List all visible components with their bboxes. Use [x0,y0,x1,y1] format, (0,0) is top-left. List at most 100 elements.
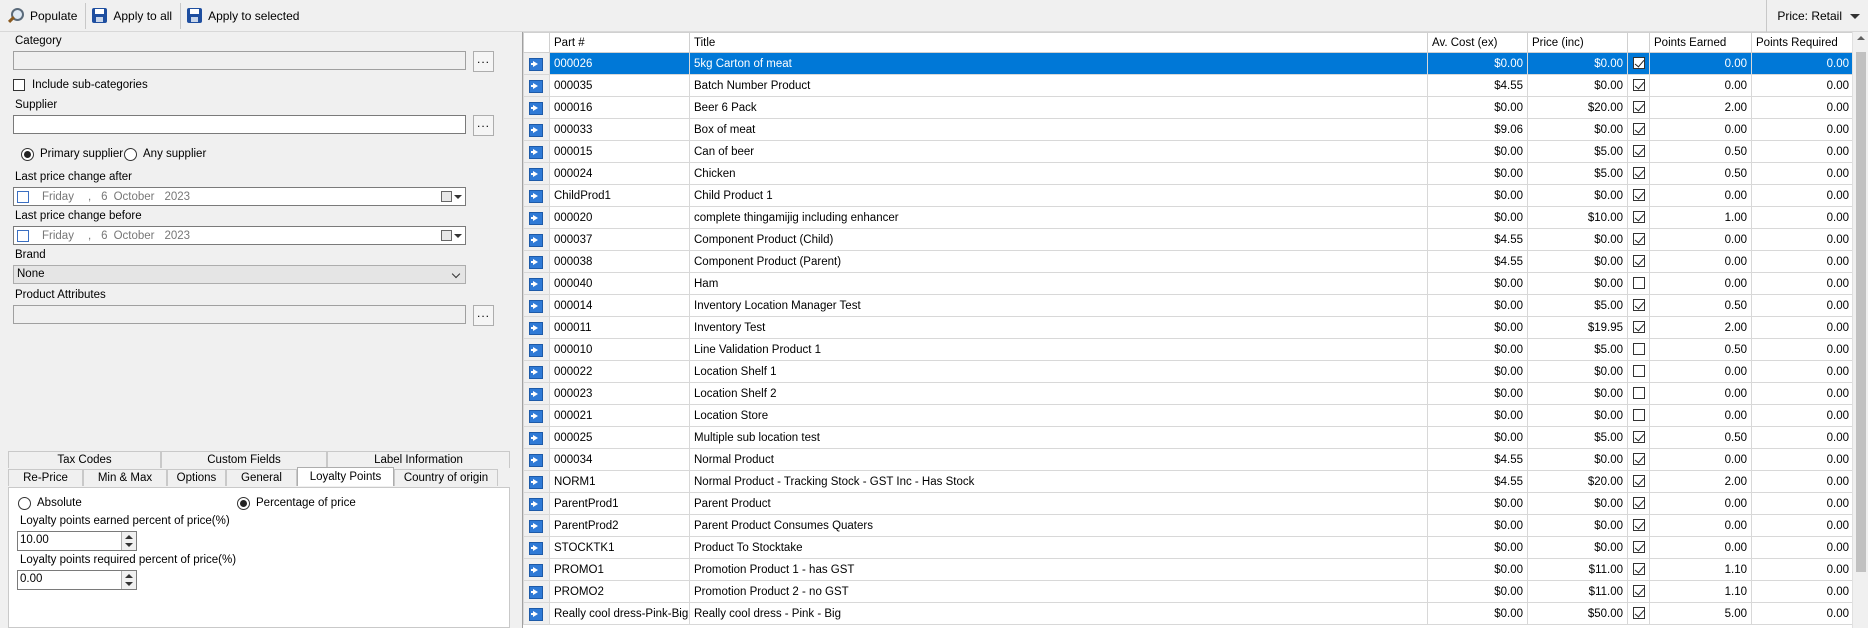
cell-points-earned[interactable]: 5.00 [1649,602,1752,625]
cell-title[interactable]: Multiple sub location test [689,426,1428,449]
cell-av-cost[interactable]: $0.00 [1427,272,1528,295]
cell-title[interactable]: Box of meat [689,118,1428,141]
row-arrow-icon[interactable] [529,475,543,489]
supplier-browse-button[interactable]: ... [473,115,494,136]
cell-price[interactable]: $0.00 [1527,404,1628,427]
column-header-check[interactable] [1627,32,1650,53]
cell-points-earned[interactable]: 0.00 [1649,250,1752,273]
vertical-scrollbar[interactable] [1852,32,1868,628]
row-checkbox[interactable] [1632,563,1645,576]
cell-points-required[interactable]: 0.00 [1751,74,1852,97]
cell-part[interactable]: 000021 [549,404,690,427]
cell-part[interactable]: 000033 [549,118,690,141]
cell-av-cost[interactable]: $0.00 [1427,184,1528,207]
cell-points-earned[interactable]: 2.00 [1649,316,1752,339]
row-selector[interactable] [523,118,550,141]
row-selector[interactable] [523,316,550,339]
row-checkbox[interactable] [1632,79,1645,92]
table-row[interactable]: ParentProd2 Parent Product Consumes Quate… [523,514,1852,537]
row-checkbox[interactable] [1632,475,1645,488]
cell-title[interactable]: Normal Product [689,448,1428,471]
cell-title[interactable]: Parent Product Consumes Quaters [689,514,1428,537]
cell-part[interactable]: 000037 [549,228,690,251]
tab-country-of-origin[interactable]: Country of origin [394,469,498,486]
row-selector[interactable] [523,140,550,163]
cell-price[interactable]: $5.00 [1527,426,1628,449]
stepper-up-icon[interactable] [125,535,133,539]
cell-part[interactable]: 000022 [549,360,690,383]
cell-title[interactable]: Inventory Location Manager Test [689,294,1428,317]
cell-points-required[interactable]: 0.00 [1751,492,1852,515]
tab-label-information[interactable]: Label Information [327,451,510,468]
cell-part[interactable]: 000023 [549,382,690,405]
include-subcategories-checkbox[interactable] [13,79,25,91]
cell-price[interactable]: $0.00 [1527,536,1628,559]
cell-av-cost[interactable]: $0.00 [1427,52,1528,75]
row-arrow-icon[interactable] [529,211,543,225]
populate-button[interactable]: Populate [0,1,85,31]
row-checkbox[interactable] [1632,453,1645,466]
table-row[interactable]: NORM1 Normal Product - Tracking Stock - G… [523,470,1852,493]
cell-av-cost[interactable]: $4.55 [1427,250,1528,273]
column-header-part[interactable]: Part # [549,32,690,53]
cell-check[interactable] [1627,272,1650,295]
cell-part[interactable]: NORM1 [549,470,690,493]
stepper-down-icon[interactable] [125,543,133,547]
row-selector[interactable] [523,404,550,427]
row-selector[interactable] [523,250,550,273]
cell-part[interactable]: 000034 [549,448,690,471]
cell-points-earned[interactable]: 0.00 [1649,514,1752,537]
cell-check[interactable] [1627,448,1650,471]
table-row[interactable]: 000022 Location Shelf 1 $0.00 $0.00 0.00 0.00 [523,360,1852,383]
cell-check[interactable] [1627,338,1650,361]
apply-to-all-button[interactable]: Apply to all [86,1,180,31]
tab-custom-fields[interactable]: Custom Fields [161,451,327,468]
row-selector[interactable] [523,492,550,515]
cell-points-earned[interactable]: 0.00 [1649,536,1752,559]
row-selector[interactable] [523,74,550,97]
cell-check[interactable] [1627,206,1650,229]
cell-av-cost[interactable]: $4.55 [1427,74,1528,97]
cell-av-cost[interactable]: $0.00 [1427,492,1528,515]
price-change-before-date[interactable]: Friday , 6 October 2023 [13,226,466,245]
scroll-thumb[interactable] [1856,52,1866,572]
cell-av-cost[interactable]: $0.00 [1427,96,1528,119]
table-row[interactable]: 000021 Location Store $0.00 $0.00 0.00 0.00 [523,404,1852,427]
cell-points-required[interactable]: 0.00 [1751,316,1852,339]
row-selector[interactable] [523,294,550,317]
cell-part[interactable]: 000025 [549,426,690,449]
cell-part[interactable]: Really cool dress-Pink-Big [549,602,690,625]
stepper-buttons[interactable] [121,532,136,550]
cell-av-cost[interactable]: $0.00 [1427,316,1528,339]
row-checkbox[interactable] [1632,189,1645,202]
price-mode-dropdown[interactable]: Price: Retail [1766,0,1868,32]
tab-general[interactable]: General [226,469,297,486]
row-arrow-icon[interactable] [529,431,543,445]
cell-points-earned[interactable]: 0.00 [1649,184,1752,207]
cell-part[interactable]: ParentProd1 [549,492,690,515]
any-supplier-radio[interactable] [124,148,137,161]
cell-check[interactable] [1627,118,1650,141]
cell-points-earned[interactable]: 1.10 [1649,558,1752,581]
cell-title[interactable]: Child Product 1 [689,184,1428,207]
table-row[interactable]: ParentProd1 Parent Product $0.00 $0.00 0.00 0… [523,492,1852,515]
cell-av-cost[interactable]: $0.00 [1427,426,1528,449]
cell-check[interactable] [1627,250,1650,273]
cell-part[interactable]: 000014 [549,294,690,317]
row-selector[interactable] [523,184,550,207]
cell-check[interactable] [1627,140,1650,163]
row-checkbox[interactable] [1632,145,1645,158]
cell-price[interactable]: $0.00 [1527,184,1628,207]
cell-price[interactable]: $0.00 [1527,492,1628,515]
row-checkbox[interactable] [1632,123,1645,136]
cell-part[interactable]: 000024 [549,162,690,185]
cell-av-cost[interactable]: $4.55 [1427,228,1528,251]
cell-av-cost[interactable]: $0.00 [1427,514,1528,537]
date-enable-checkbox[interactable] [17,229,29,242]
cell-points-required[interactable]: 0.00 [1751,448,1852,471]
product-attributes-field[interactable] [13,305,466,324]
cell-check[interactable] [1627,360,1650,383]
cell-check[interactable] [1627,536,1650,559]
cell-points-required[interactable]: 0.00 [1751,118,1852,141]
row-selector[interactable] [523,382,550,405]
